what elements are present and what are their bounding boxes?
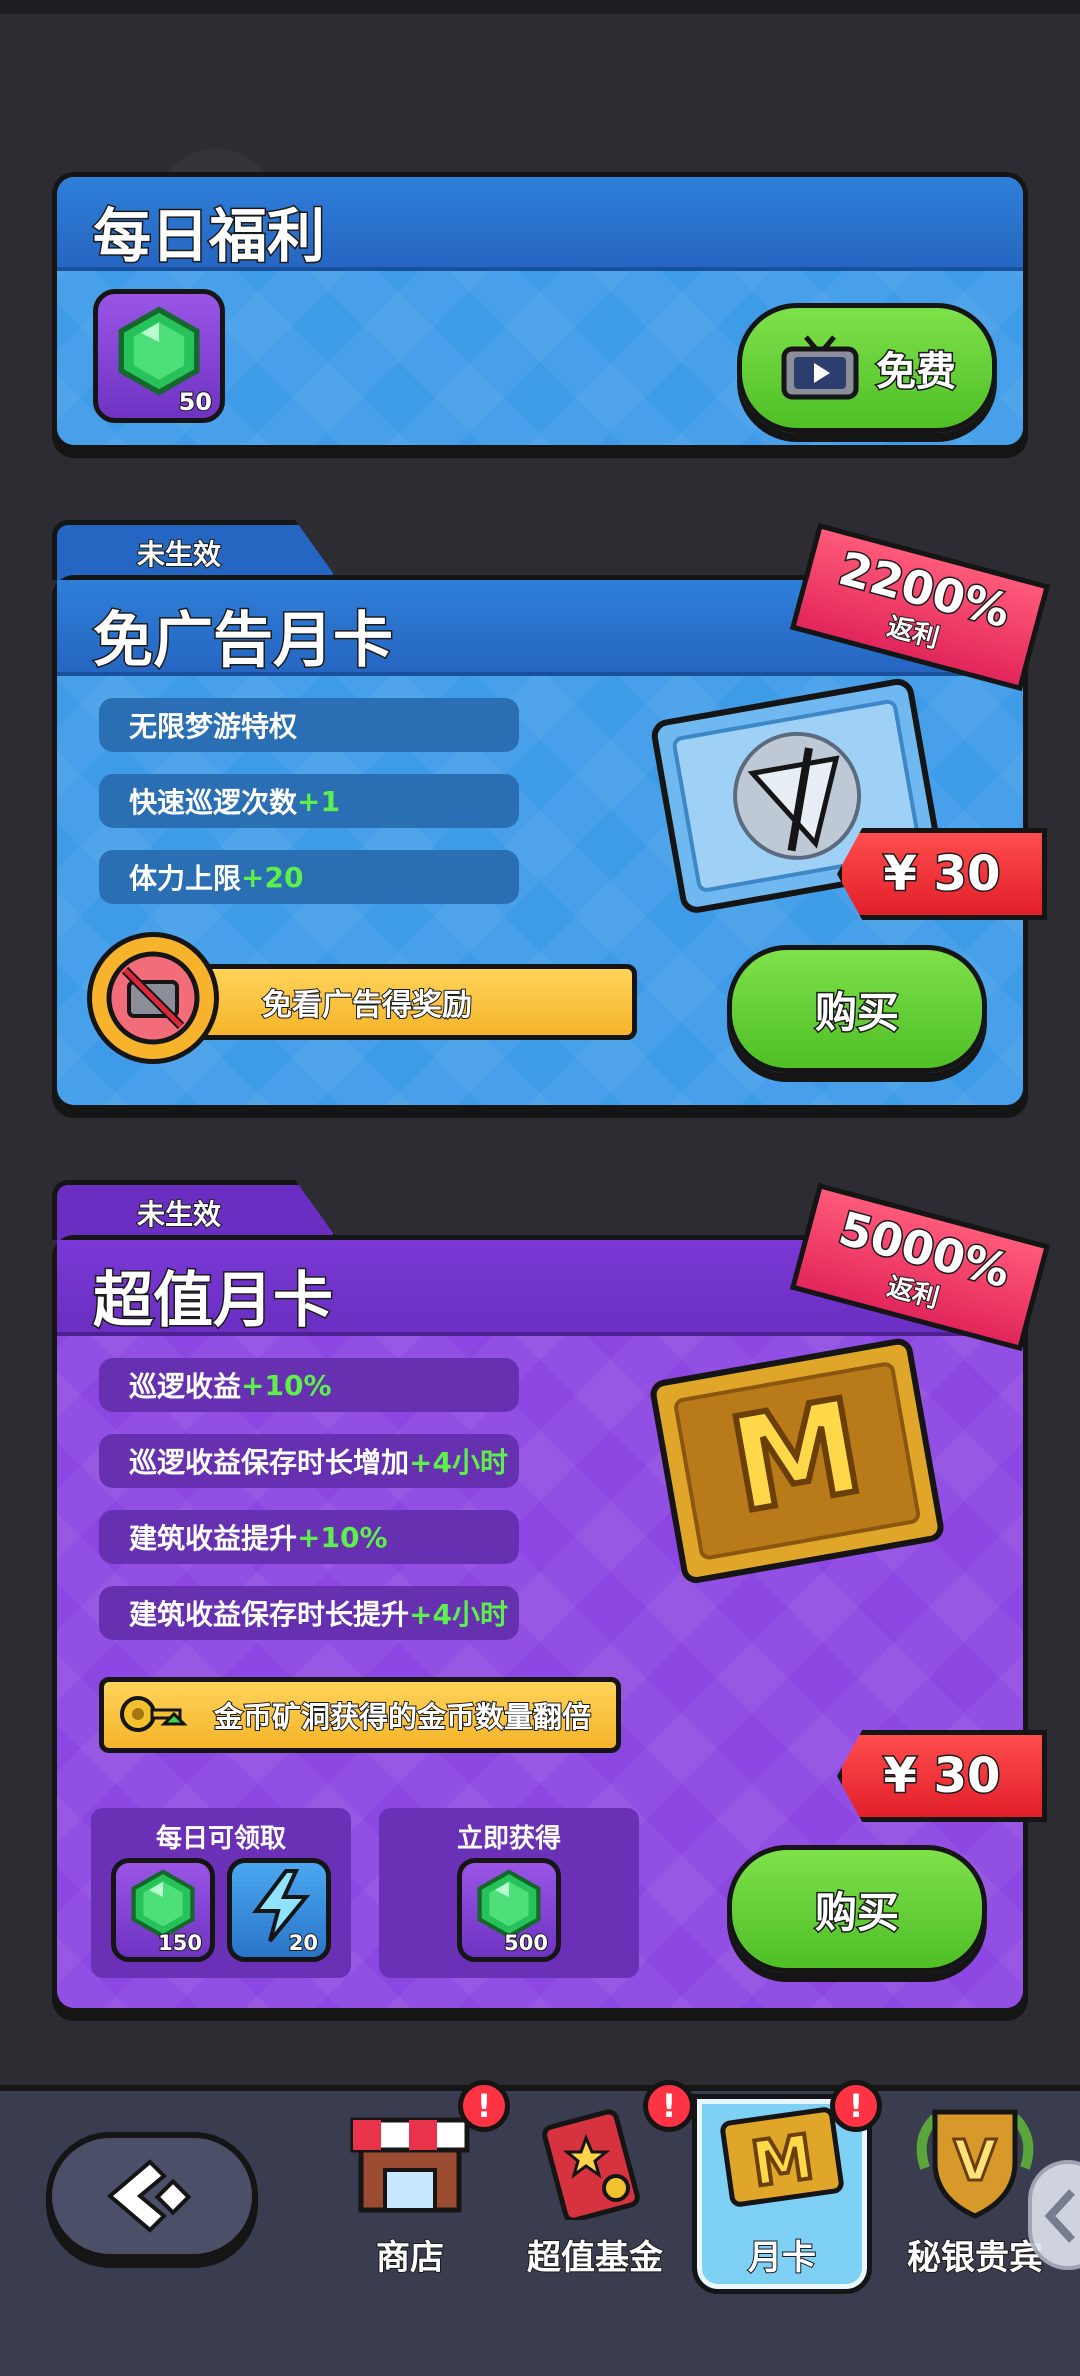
noad-price-tag: ¥ 30	[837, 828, 1047, 920]
daily-claim-box: 每日可领取 150 20	[91, 1808, 351, 1978]
noad-perk-row: 体力上限 +20	[99, 850, 519, 904]
svg-text:M: M	[747, 2120, 818, 2201]
gem-icon	[131, 1869, 195, 1939]
instant-gem-slot: 500	[457, 1858, 561, 1962]
noad-status-tab: 未生效	[52, 520, 338, 580]
fund-icon	[542, 2109, 640, 2220]
fund-badge: !	[643, 2080, 695, 2132]
nav-scroll-arrow-button[interactable]	[1028, 2160, 1080, 2270]
top-strip	[0, 0, 1080, 14]
instant-reward-box: 立即获得 500	[379, 1808, 639, 1978]
noad-title: 免广告月卡	[92, 605, 395, 678]
value-perk-row: 建筑收益提升 +10%	[99, 1510, 519, 1564]
daily-welfare-card: 每日福利 50 免费	[52, 172, 1028, 450]
svg-text:M: M	[719, 1370, 873, 1542]
value-monthly-card: 超值月卡 巡逻收益 +10% 巡逻收益保存时长增加 +4小时 建筑收益提升 +10% …	[52, 1235, 1047, 2013]
no-ad-icon	[87, 932, 219, 1064]
value-buy-button[interactable]: 购买	[727, 1845, 987, 1973]
nav-item-fund[interactable]: ! 超值基金	[505, 2080, 695, 2310]
back-button[interactable]	[46, 2132, 258, 2260]
nav-label-shop: 商店	[375, 2237, 445, 2279]
svg-text:V: V	[953, 2129, 997, 2194]
daily-gem-slot: 150	[111, 1858, 215, 1962]
coin-key-icon	[120, 1696, 188, 1732]
gem-icon	[477, 1869, 541, 1939]
shop-badge: !	[458, 2080, 510, 2132]
noad-buy-button[interactable]: 购买	[727, 945, 987, 1073]
free-label: 免费	[875, 348, 958, 397]
coin-mine-banner: 金币矿洞获得的金币数量翻倍	[99, 1677, 621, 1753]
nav-label-fund: 超值基金	[526, 2237, 664, 2279]
nav-label-monthly-card: 月卡	[747, 2237, 817, 2279]
noad-perk-row: 无限梦游特权	[99, 698, 519, 752]
chevron-left-icon	[1044, 2189, 1075, 2243]
free-button[interactable]: 免费	[737, 303, 997, 433]
nav-item-monthly-card[interactable]: M ! 月卡	[692, 2080, 882, 2310]
value-perk-row: 建筑收益保存时长提升 +4小时	[99, 1586, 519, 1640]
value-perk-row: 巡逻收益 +10%	[99, 1358, 519, 1412]
noad-monthly-card: 免广告月卡 无限梦游特权 快速巡逻次数 +1 体力上限 +20 免看广告得奖励 ¥ …	[52, 575, 1047, 1110]
gem-icon	[118, 306, 200, 396]
tv-ad-icon	[781, 335, 859, 400]
vip-icon: V	[916, 2109, 1034, 2219]
shop-icon	[350, 2117, 470, 2213]
daily-gem-slot[interactable]: 50	[93, 289, 225, 423]
nav-item-shop[interactable]: ! 商店	[320, 2080, 510, 2310]
noad-banner: 免看广告得奖励	[167, 964, 637, 1040]
value-status-tab: 未生效	[52, 1180, 338, 1240]
back-arrow-icon	[106, 2159, 192, 2233]
daily-title: 每日福利	[91, 201, 326, 272]
daily-gem-qty: 50	[178, 387, 213, 417]
value-price-tag: ¥ 30	[837, 1730, 1047, 1822]
daily-claim-label: 每日可领取	[155, 1824, 286, 1854]
monthly-card-icon: M	[720, 2107, 844, 2207]
value-title: 超值月卡	[92, 1265, 335, 1338]
m-card-art-icon: M	[650, 1338, 944, 1584]
value-perk-row: 巡逻收益保存时长增加 +4小时	[99, 1434, 519, 1488]
instant-label: 立即获得	[456, 1824, 561, 1854]
noad-perk-row: 快速巡逻次数 +1	[99, 774, 519, 828]
daily-energy-slot: 20	[227, 1858, 331, 1962]
